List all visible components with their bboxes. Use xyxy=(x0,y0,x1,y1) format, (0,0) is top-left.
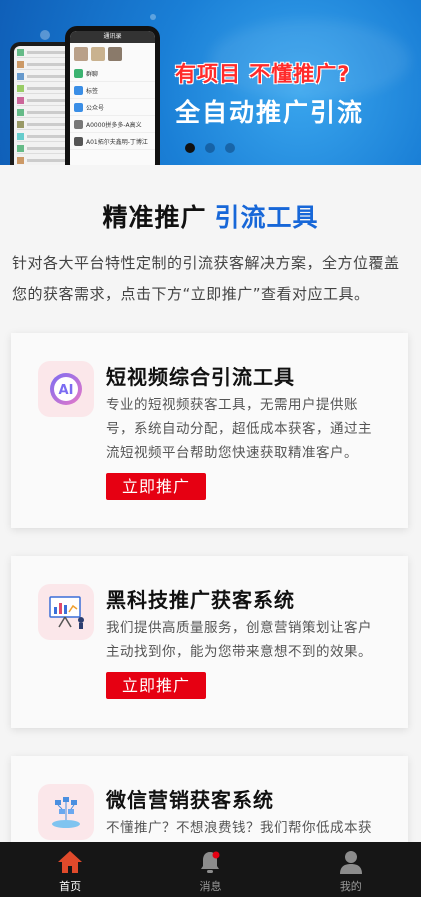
carousel-dot[interactable] xyxy=(225,143,235,153)
phone-item: 标签 xyxy=(86,87,99,95)
tab-messages[interactable]: 消息 xyxy=(140,842,280,897)
carousel-indicators xyxy=(185,143,235,153)
promote-now-button[interactable]: 立即推广 xyxy=(106,473,206,500)
tab-label: 消息 xyxy=(199,880,222,893)
card-title: 微信营销获客系统 xyxy=(106,788,274,812)
banner-carousel[interactable]: 通讯录 群聊 标签 公众号 A0000拼多多-A高义 A01拓尔夫鑫明-丁博江 … xyxy=(0,0,421,165)
section-intro: 针对各大平台特性定制的引流获客解决方案，全方位覆盖您的获客需求，点击下方“立即推… xyxy=(12,254,400,303)
phone-item: 公众号 xyxy=(86,104,105,112)
tool-card-tech-promotion: 黑科技推广获客系统 我们提供高质量服务，创意营销策划让客户主动找到你，能为您带来… xyxy=(11,556,408,728)
tab-home[interactable]: 首页 xyxy=(0,842,140,897)
phone-illustration-front: 通讯录 群聊 标签 公众号 A0000拼多多-A高义 A01拓尔夫鑫明-丁博江 xyxy=(65,26,160,165)
phone-header: 通讯录 xyxy=(70,31,155,43)
decor-dot xyxy=(150,14,156,20)
banner-headline: 有项目 不懂推广? xyxy=(175,62,351,86)
carousel-dot[interactable] xyxy=(205,143,215,153)
tab-label: 我的 xyxy=(339,880,362,893)
card-description: 专业的短视频获客工具，无需用户提供账号，系统自动分配，超低成本获客，通过主流短视… xyxy=(106,397,372,461)
data-network-icon xyxy=(38,784,94,840)
card-title: 短视频综合引流工具 xyxy=(106,365,295,389)
ai-icon: AI xyxy=(38,361,94,417)
analytics-board-icon xyxy=(38,584,94,640)
card-description: 不懂推广？不想浪费钱？我们帮你低成本获 xyxy=(106,820,372,836)
bell-icon xyxy=(201,851,220,873)
phone-item: A01拓尔夫鑫明-丁博江 xyxy=(86,138,148,146)
card-description: 我们提供高质量服务，创意营销策划让客户主动找到你，能为您带来意想不到的效果。 xyxy=(106,620,372,660)
tab-label: 首页 xyxy=(59,880,82,893)
carousel-dot[interactable] xyxy=(185,143,195,153)
banner-subline: 全自动推广引流 xyxy=(175,98,365,127)
svg-text:AI: AI xyxy=(59,383,74,398)
promote-now-button[interactable]: 立即推广 xyxy=(106,672,206,699)
section-title-accent: 引流工具 xyxy=(214,203,319,232)
section-title-main: 精准推广 xyxy=(102,203,207,232)
phone-item: 群聊 xyxy=(86,70,99,78)
card-title: 黑科技推广获客系统 xyxy=(106,588,295,612)
section-title: 精准推广 引流工具 xyxy=(0,198,421,234)
decor-dot xyxy=(40,30,50,40)
home-icon xyxy=(58,851,83,873)
user-icon xyxy=(339,851,362,874)
phone-item: A0000拼多多-A高义 xyxy=(86,121,142,129)
bottom-tab-bar: 首页 消息 我的 xyxy=(0,842,421,897)
tool-card-short-video: AI 短视频综合引流工具 专业的短视频获客工具，无需用户提供账号，系统自动分配，… xyxy=(11,333,408,528)
tab-profile[interactable]: 我的 xyxy=(281,842,421,897)
